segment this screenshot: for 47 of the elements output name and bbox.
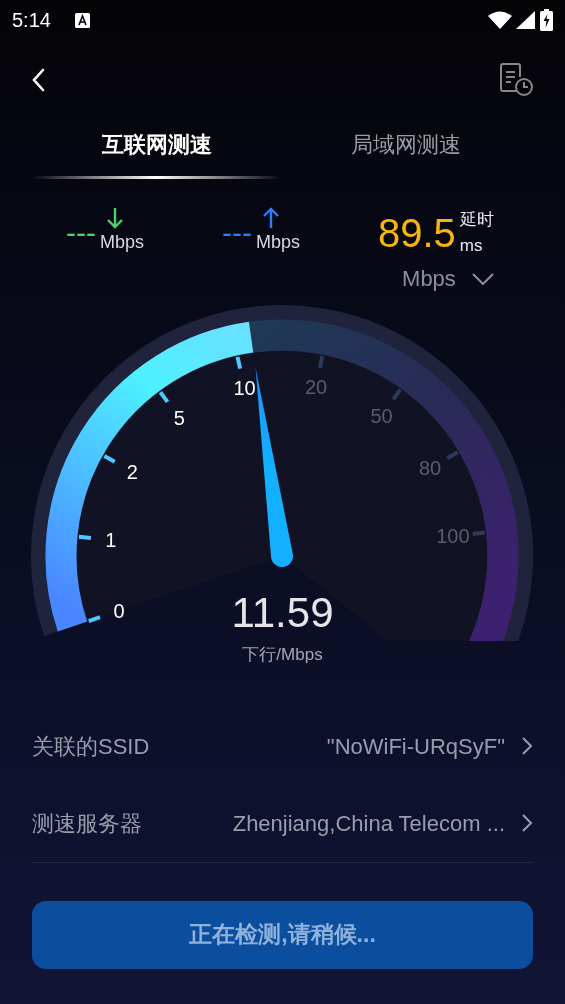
- speed-caption: 下行/Mbps: [242, 644, 323, 666]
- tick-label: 1: [105, 528, 117, 551]
- row-label: 测速服务器: [32, 809, 142, 838]
- tick-mark: [88, 615, 101, 623]
- download-value: ---: [66, 218, 96, 248]
- tick-label: 80: [418, 457, 442, 480]
- info-row[interactable]: 关联的SSID "NoWiFi-URqSyF": [0, 707, 565, 785]
- tick-label: 0: [113, 599, 125, 622]
- wifi-icon: [488, 11, 512, 29]
- tick-mark: [446, 450, 459, 461]
- down-arrow-icon: [106, 207, 124, 229]
- tick-mark: [103, 454, 116, 464]
- status-time: 5:14: [12, 8, 51, 33]
- info-row[interactable]: 测速服务器 Zhenjiang,China Telecom ...: [0, 784, 565, 862]
- tick-label: 100: [436, 525, 470, 548]
- speed-reading: 11.59: [231, 592, 334, 634]
- tab[interactable]: 局域网测速: [281, 120, 530, 179]
- upload-unit: Mbps: [256, 231, 300, 254]
- tick-label: 2: [126, 460, 138, 483]
- latency-value: 89.5: [378, 212, 456, 253]
- tick-label: 50: [370, 404, 393, 427]
- row-value: Zhenjiang,China Telecom ...: [232, 809, 505, 838]
- tick-label: 10: [233, 377, 256, 400]
- latency-label: 延时: [459, 209, 494, 231]
- tab[interactable]: 互联网测速: [32, 120, 281, 179]
- tick-mark: [158, 391, 170, 404]
- tick-mark: [318, 355, 325, 369]
- chevron-right-icon: [521, 736, 533, 756]
- battery-icon: [540, 9, 553, 31]
- tick-mark: [391, 388, 402, 401]
- tick-mark: [235, 356, 243, 370]
- download-unit: Mbps: [100, 231, 144, 254]
- up-arrow-icon: [262, 207, 280, 229]
- tick-label: 20: [304, 376, 328, 399]
- history-icon[interactable]: [499, 63, 535, 97]
- chevron-down-icon: [471, 272, 494, 285]
- keyboard-app-icon: [74, 12, 90, 28]
- tick-mark: [78, 534, 92, 540]
- unit-dropdown[interactable]: Mbps: [402, 262, 494, 295]
- latency-unit: ms: [459, 234, 484, 257]
- signal-icon: [516, 11, 536, 29]
- tick-label: 5: [173, 406, 185, 429]
- tick-mark: [472, 530, 485, 536]
- row-value: "NoWiFi-URqSyF": [326, 732, 505, 761]
- chevron-right-icon: [521, 813, 533, 833]
- upload-value: ---: [222, 218, 252, 248]
- row-label: 关联的SSID: [32, 732, 150, 761]
